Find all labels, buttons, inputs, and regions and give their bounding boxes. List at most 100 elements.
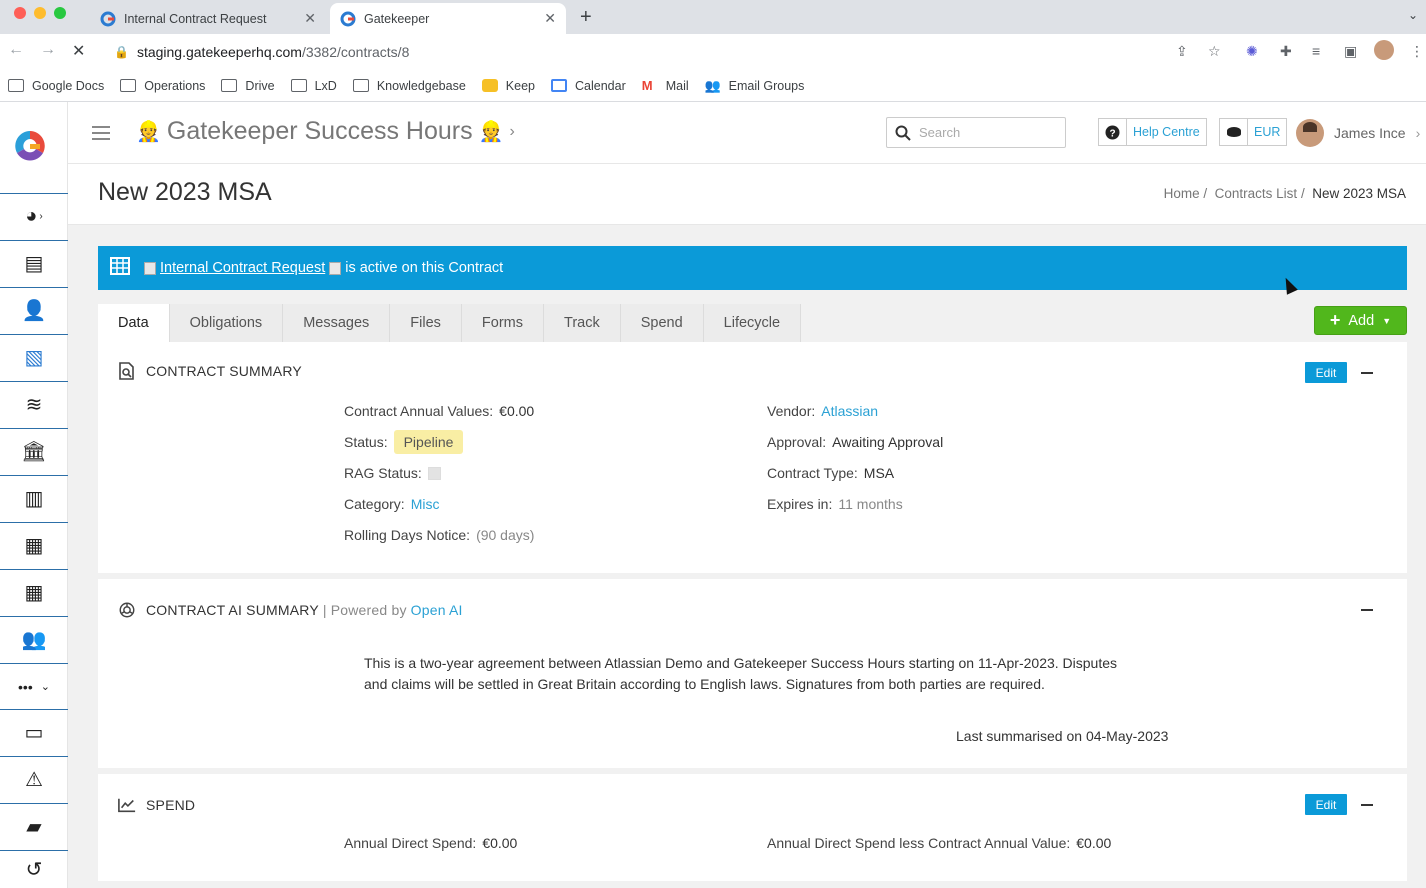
field-value: €0.00: [482, 835, 518, 851]
annual-direct-spend-field: Annual Direct Spend: €0.00: [344, 835, 517, 851]
sidebar-folders-icon[interactable]: ▰: [0, 803, 68, 849]
sidebar-archive-icon[interactable]: ▭: [0, 709, 68, 755]
close-tab-icon[interactable]: ✕: [544, 10, 556, 27]
close-tab-icon[interactable]: ✕: [304, 10, 316, 27]
help-centre-button[interactable]: ? Help Centre: [1098, 118, 1207, 146]
bookmark-calendar[interactable]: Calendar: [551, 79, 626, 93]
chevron-right-icon: ›: [509, 122, 515, 140]
gatekeeper-logo-icon[interactable]: [12, 128, 48, 164]
add-button[interactable]: + Add ▼: [1314, 306, 1407, 335]
breadcrumb-contracts-list[interactable]: Contracts List: [1215, 186, 1298, 201]
breadcrumb-home[interactable]: Home: [1164, 186, 1200, 201]
bookmark-knowledgebase[interactable]: Knowledgebase: [352, 79, 466, 93]
edit-spend-button[interactable]: Edit: [1305, 794, 1347, 815]
svg-text:?: ?: [1109, 128, 1115, 139]
bookmark-keep[interactable]: Keep: [481, 79, 535, 93]
tab-lifecycle[interactable]: Lifecycle: [703, 304, 802, 342]
annual-values-field: Contract Annual Values: €0.00: [344, 403, 534, 419]
hamburger-menu-icon[interactable]: [92, 126, 110, 140]
browser-tab-internal-contract[interactable]: Internal Contract Request ✕: [90, 3, 326, 34]
bookmark-mail[interactable]: M Mail: [642, 79, 689, 93]
sidebar-calendar-icon[interactable]: ▦: [0, 522, 68, 568]
tab-files[interactable]: Files: [390, 304, 462, 342]
sidebar-contracts-icon[interactable]: ▤: [0, 240, 68, 286]
field-value: 11 months: [838, 496, 903, 512]
sidebar-team-icon[interactable]: 👥: [0, 616, 68, 662]
edit-contract-summary-button[interactable]: Edit: [1305, 362, 1347, 383]
contract-summary-heading: CONTRACT SUMMARY: [118, 362, 302, 380]
vendor-field: Vendor: Atlassian: [767, 403, 878, 419]
collapse-panel-icon[interactable]: [1361, 609, 1373, 611]
tab-messages[interactable]: Messages: [283, 304, 391, 342]
back-icon[interactable]: ←: [8, 41, 24, 59]
vendor-link[interactable]: Atlassian: [821, 403, 878, 419]
sidebar-warning-icon[interactable]: ⚠: [0, 756, 68, 802]
panel-title: CONTRACT SUMMARY: [146, 363, 302, 379]
browser-menu-icon[interactable]: ⋮: [1410, 43, 1424, 60]
ai-summary-text: This is a two-year agreement between Atl…: [364, 655, 1118, 692]
browser-tab-gatekeeper[interactable]: Gatekeeper ✕: [330, 3, 566, 34]
contract-tabs: Data Obligations Messages Files Forms Tr…: [98, 304, 802, 342]
side-panel-icon[interactable]: ▣: [1344, 43, 1357, 60]
workflow-link[interactable]: Internal Contract Request: [160, 260, 325, 276]
user-menu[interactable]: James Ince ›: [1296, 119, 1420, 147]
user-name: James Ince: [1334, 125, 1406, 141]
field-label: Approval:: [767, 434, 827, 450]
tab-title: Internal Contract Request: [124, 11, 267, 26]
collapse-panel-icon[interactable]: [1361, 804, 1373, 806]
bookmark-star-icon[interactable]: ☆: [1208, 43, 1221, 60]
search-placeholder: Search: [919, 125, 961, 140]
groups-icon: 👥: [704, 78, 721, 93]
media-icon[interactable]: ≡: [1312, 43, 1320, 59]
bookmark-drive[interactable]: Drive: [221, 79, 275, 93]
bookmark-email-groups[interactable]: 👥 Email Groups: [705, 79, 805, 93]
close-window-button[interactable]: [14, 7, 26, 19]
tab-obligations[interactable]: Obligations: [169, 304, 284, 342]
maximize-window-button[interactable]: [54, 7, 66, 19]
panel-title: CONTRACT AI SUMMARY: [146, 602, 319, 618]
sidebar-dashboard-icon[interactable]: ◕ ›: [0, 193, 68, 239]
bookmark-google-docs[interactable]: Google Docs: [8, 79, 104, 93]
stop-loading-icon[interactable]: ✕: [72, 41, 85, 61]
coins-icon: [1220, 119, 1248, 145]
field-label: Vendor:: [767, 403, 816, 419]
sidebar-users-icon[interactable]: 👤: [0, 287, 68, 333]
tab-search-chevron-icon[interactable]: ⌄: [1408, 8, 1418, 22]
open-ai-link[interactable]: Open AI: [411, 602, 463, 618]
currency-label: EUR: [1254, 125, 1281, 139]
sidebar-chart-icon[interactable]: ▥: [0, 475, 68, 521]
tab-data[interactable]: Data: [98, 304, 170, 342]
tab-forms[interactable]: Forms: [461, 304, 544, 342]
bookmarks-bar: Google Docs Operations Drive LxD Knowled…: [0, 70, 1426, 102]
address-bar[interactable]: 🔒 staging.gatekeeperhq.com/3382/contract…: [104, 38, 1234, 66]
bookmark-operations[interactable]: Operations: [120, 79, 205, 93]
collapse-panel-icon[interactable]: [1361, 372, 1373, 374]
minimize-window-button[interactable]: [34, 7, 46, 19]
profile-avatar[interactable]: [1374, 40, 1394, 60]
sidebar-document-icon[interactable]: ▧: [0, 334, 68, 380]
plus-icon: +: [1329, 310, 1341, 330]
line-chart-icon: [118, 796, 136, 814]
sidebar-history-icon[interactable]: ↺: [0, 850, 68, 888]
currency-button[interactable]: EUR: [1219, 118, 1288, 146]
new-tab-icon[interactable]: +: [580, 6, 592, 29]
search-input[interactable]: Search: [886, 117, 1066, 148]
app-sidebar: ◕ › ▤ 👤 ▧ ≋ 🏛 ▥ ▦ ▦ 👥 ••• ⌄ ▭ ⚠ ▰ ↺: [0, 102, 68, 888]
tab-track[interactable]: Track: [544, 304, 621, 342]
share-icon[interactable]: ⇪: [1176, 43, 1188, 60]
extension-icon[interactable]: ✺: [1246, 43, 1258, 60]
sidebar-more-icon[interactable]: ••• ⌄: [0, 663, 68, 709]
tab-spend[interactable]: Spend: [620, 304, 704, 342]
forward-icon[interactable]: →: [40, 41, 56, 59]
tab-title: Gatekeeper: [364, 11, 430, 26]
sidebar-layers-icon[interactable]: ≋: [0, 381, 68, 427]
category-link[interactable]: Misc: [411, 496, 440, 512]
app-title[interactable]: 👷 Gatekeeper Success Hours 👷 ›: [130, 117, 515, 146]
extensions-puzzle-icon[interactable]: ✚: [1280, 43, 1292, 60]
sidebar-table-icon[interactable]: ▦: [0, 569, 68, 615]
spend-panel: SPEND Edit Annual Direct Spend: €0.00 An…: [98, 774, 1407, 881]
field-value: €0.00: [1076, 835, 1112, 851]
bookmark-lxd[interactable]: LxD: [290, 79, 337, 93]
sidebar-bank-icon[interactable]: 🏛: [0, 428, 68, 474]
spend-heading: SPEND: [118, 796, 195, 814]
